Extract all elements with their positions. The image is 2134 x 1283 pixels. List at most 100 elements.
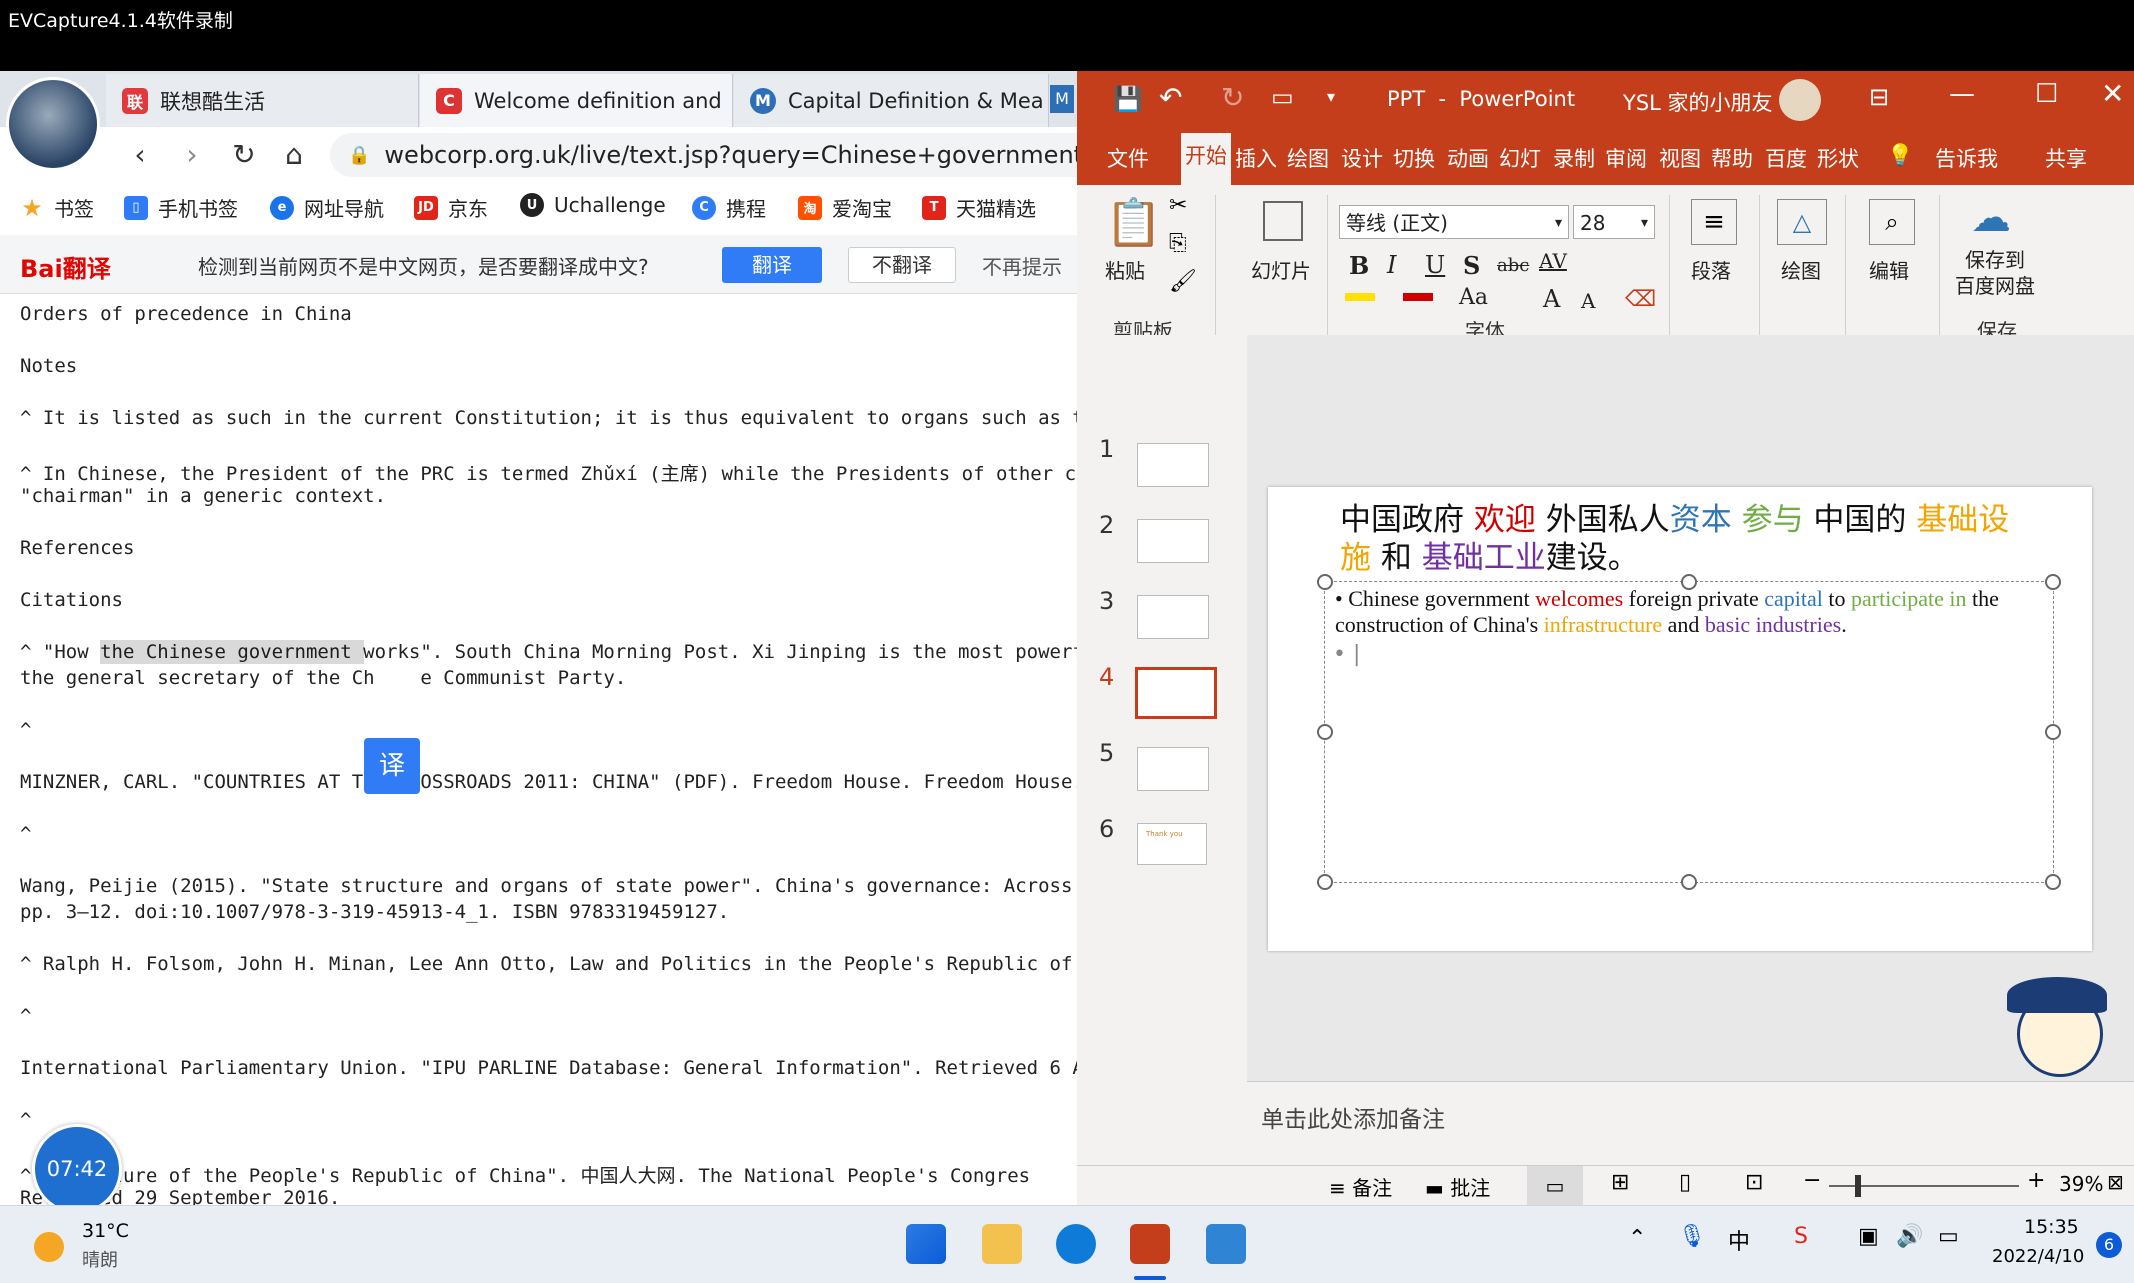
never-prompt-button[interactable]: 不再提示: [982, 251, 1062, 280]
font-name-select[interactable]: 等线 (正文) ▾: [1339, 205, 1569, 239]
resize-handle[interactable]: [1317, 724, 1333, 740]
baidu-netdisk-icon[interactable]: ☁: [1971, 195, 2011, 241]
editing-button[interactable]: 编辑: [1869, 255, 1909, 284]
recording-timer[interactable]: 07:42: [32, 1124, 122, 1214]
no-translate-button[interactable]: 不翻译: [848, 247, 956, 283]
slide[interactable]: 中国政府 欢迎 外国私人资本 参与 中国的 基础设施 和 基础工业建设。 • C…: [1268, 487, 2092, 951]
slide-thumbnail[interactable]: [1137, 747, 1209, 791]
customize-qat-icon[interactable]: ▾: [1327, 87, 1335, 106]
shrink-font-button[interactable]: A: [1581, 289, 1595, 313]
bold-button[interactable]: B: [1349, 251, 1369, 280]
zoom-out-icon[interactable]: −: [1803, 1168, 1821, 1193]
tab-animations[interactable]: 动画: [1447, 143, 1489, 173]
slide-title[interactable]: 中国政府 欢迎 外国私人资本 参与 中国的 基础设施 和 基础工业建设。: [1340, 501, 2040, 577]
tab-partial[interactable]: M: [1050, 85, 1074, 113]
tab-baidu[interactable]: 百度: [1765, 143, 1807, 173]
tab-merriam-webster[interactable]: M Capital Definition & Mea: [734, 74, 1049, 127]
minimize-icon[interactable]: —: [1949, 79, 1975, 109]
resize-handle[interactable]: [1317, 874, 1333, 890]
resize-handle[interactable]: [1317, 574, 1333, 590]
home-icon[interactable]: ⌂: [276, 137, 312, 173]
tab-file[interactable]: 文件: [1107, 143, 1149, 173]
reading-view-icon[interactable]: ▯: [1679, 1170, 1691, 1195]
battery-icon[interactable]: ▭: [1938, 1224, 1959, 1249]
comments-toggle[interactable]: ▬ 批注: [1425, 1172, 1490, 1201]
powerpoint-icon[interactable]: [1130, 1224, 1170, 1264]
notes-pane[interactable]: 单击此处添加备注: [1247, 1081, 2134, 1146]
tab-record[interactable]: 录制: [1553, 143, 1595, 173]
drawing-icon[interactable]: △: [1777, 199, 1827, 245]
slideshow-icon[interactable]: ⊡: [1745, 1170, 1763, 1195]
format-painter-icon[interactable]: 🖌: [1169, 269, 1197, 294]
chevron-up-icon[interactable]: ⌃: [1628, 1226, 1646, 1251]
tab-view[interactable]: 视图: [1659, 143, 1701, 173]
bookmark-item[interactable]: T 天猫精选: [922, 193, 1036, 222]
user-avatar[interactable]: [1779, 79, 1821, 121]
tab-collins[interactable]: C Welcome definition and: [420, 74, 733, 127]
url-bar[interactable]: 🔒 webcorp.org.uk/live/text.jsp?query=Chi…: [330, 133, 1077, 177]
notes-placeholder[interactable]: 单击此处添加备注: [1261, 1100, 1445, 1134]
tell-me[interactable]: 告诉我: [1935, 143, 1998, 173]
maximize-icon[interactable]: ☐: [2035, 79, 2058, 109]
bookmark-item[interactable]: C 携程: [692, 193, 766, 222]
notification-badge[interactable]: 6: [2096, 1232, 2122, 1258]
font-color-icon[interactable]: [1403, 293, 1433, 301]
resize-handle[interactable]: [2045, 874, 2061, 890]
ribbon-display-icon[interactable]: ⊟: [1869, 83, 1889, 111]
bookmark-item[interactable]: 淘爱淘宝: [798, 193, 892, 222]
tab-home[interactable]: 开始: [1181, 133, 1231, 185]
slide-thumbnail[interactable]: Thank you: [1137, 823, 1207, 865]
italic-button[interactable]: I: [1387, 251, 1396, 279]
forward-icon[interactable]: ›: [174, 137, 210, 173]
paragraph-button[interactable]: 段落: [1691, 255, 1731, 284]
microphone-icon[interactable]: 🎙: [1678, 1224, 1706, 1249]
tab-slideshow[interactable]: 幻灯: [1499, 143, 1541, 173]
editing-icon[interactable]: ⌕: [1869, 199, 1915, 245]
new-slide-button[interactable]: 幻灯片: [1251, 255, 1311, 284]
clock-time[interactable]: 15:35: [2024, 1216, 2079, 1238]
clock-date[interactable]: 2022/4/10: [1992, 1246, 2084, 1267]
share-button[interactable]: 共享: [2045, 143, 2087, 173]
normal-view-icon[interactable]: ▭: [1527, 1166, 1583, 1205]
bookmark-item[interactable]: e 网址导航: [270, 193, 384, 222]
translate-button[interactable]: 翻译: [722, 247, 822, 283]
temperature[interactable]: 31°C: [82, 1220, 129, 1242]
change-case-button[interactable]: Aa: [1459, 285, 1488, 310]
resize-handle[interactable]: [2045, 724, 2061, 740]
undo-icon[interactable]: ↶: [1159, 81, 1182, 114]
tab-help[interactable]: 帮助: [1711, 143, 1753, 173]
underline-button[interactable]: U: [1425, 251, 1445, 279]
drawing-button[interactable]: 绘图: [1781, 255, 1821, 284]
slide-thumbnail[interactable]: [1137, 443, 1209, 487]
file-explorer-icon[interactable]: [982, 1224, 1022, 1264]
network-icon[interactable]: ▣: [1858, 1224, 1879, 1249]
char-spacing-button[interactable]: AV: [1539, 249, 1567, 273]
highlight-color-icon[interactable]: [1345, 293, 1375, 301]
fit-slide-icon[interactable]: ⊠: [2107, 1170, 2124, 1194]
resize-handle[interactable]: [1681, 574, 1697, 590]
tab-shape[interactable]: 形状: [1817, 143, 1859, 173]
slide-sorter-icon[interactable]: ⊞: [1611, 1170, 1629, 1195]
grow-font-button[interactable]: A: [1543, 285, 1560, 313]
volume-icon[interactable]: 🔊: [1896, 1224, 1923, 1249]
redo-icon[interactable]: ↻: [1221, 81, 1244, 114]
paragraph-icon[interactable]: ≡: [1691, 199, 1737, 245]
tab-lenovo[interactable]: 联 联想酷生活: [106, 74, 419, 127]
shadow-button[interactable]: S: [1463, 251, 1480, 280]
back-icon[interactable]: ‹: [122, 137, 158, 173]
bookmark-item[interactable]: ▯ 手机书签: [124, 193, 238, 222]
bookmark-item[interactable]: U Uchallenge: [520, 193, 666, 217]
bookmark-item[interactable]: JD 京东: [414, 193, 488, 222]
user-name[interactable]: YSL 家的小朋友: [1623, 87, 1773, 117]
slide-thumbnail[interactable]: [1137, 595, 1209, 639]
bookmark-item[interactable]: ★ 书签: [20, 193, 94, 222]
clear-format-icon[interactable]: ⌫: [1625, 287, 1656, 312]
sogou-icon[interactable]: S: [1794, 1224, 1808, 1249]
font-size-select[interactable]: 28 ▾: [1573, 205, 1655, 239]
resize-handle[interactable]: [1681, 874, 1697, 890]
present-icon[interactable]: ▭: [1271, 83, 1294, 111]
cut-icon[interactable]: ✂: [1169, 193, 1187, 218]
photos-icon[interactable]: [1206, 1224, 1246, 1264]
zoom-in-icon[interactable]: +: [2027, 1168, 2045, 1193]
tab-draw[interactable]: 绘图: [1287, 143, 1329, 173]
